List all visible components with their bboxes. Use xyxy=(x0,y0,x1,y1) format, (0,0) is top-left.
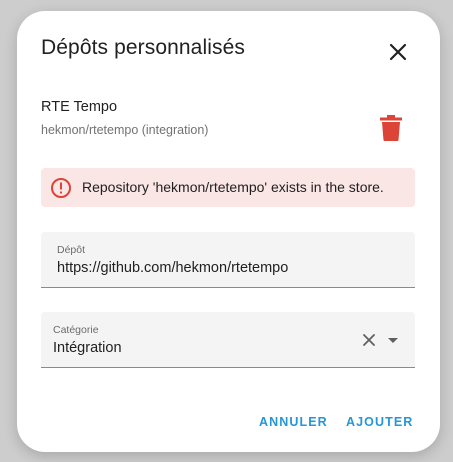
repository-url-field[interactable]: Dépôt https://github.com/hekmon/rtetempo xyxy=(41,232,415,288)
chevron-down-icon[interactable] xyxy=(383,330,403,350)
repository-url-input[interactable]: https://github.com/hekmon/rtetempo xyxy=(57,260,288,276)
clear-icon[interactable] xyxy=(361,332,377,348)
trash-icon xyxy=(380,115,402,141)
repository-name: RTE Tempo xyxy=(41,99,118,115)
category-field-label: Catégorie xyxy=(53,324,99,336)
custom-repositories-dialog: Dépôts personnalisés RTE Tempo hekmon/rt… xyxy=(17,11,440,452)
cancel-button[interactable]: ANNULER xyxy=(259,415,328,429)
dialog-title: Dépôts personnalisés xyxy=(41,36,245,59)
alert-circle-icon xyxy=(51,178,71,198)
add-button[interactable]: AJOUTER xyxy=(346,415,413,429)
delete-repository-button[interactable] xyxy=(377,113,405,143)
close-button[interactable] xyxy=(383,37,413,67)
close-icon xyxy=(389,43,407,61)
alert-message: Repository 'hekmon/rtetempo' exists in t… xyxy=(82,179,384,195)
category-select[interactable]: Catégorie Intégration xyxy=(41,312,415,368)
repository-exists-alert: Repository 'hekmon/rtetempo' exists in t… xyxy=(41,168,415,207)
category-selected-value: Intégration xyxy=(53,340,122,356)
repository-subtitle: hekmon/rtetempo (integration) xyxy=(41,123,209,137)
repository-field-label: Dépôt xyxy=(57,244,86,256)
